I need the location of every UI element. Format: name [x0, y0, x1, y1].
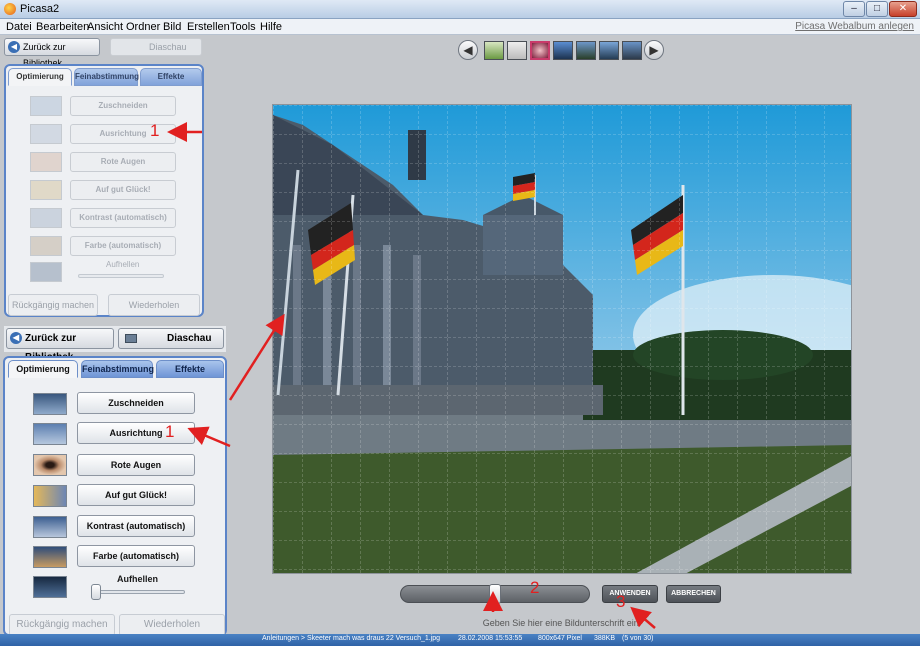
menu-bild[interactable]: Bild — [163, 21, 181, 33]
filmstrip: ◀ ▶ — [458, 40, 666, 62]
picasa-icon — [4, 3, 16, 15]
film-thumb-5[interactable] — [576, 41, 596, 60]
slideshow-icon — [125, 334, 137, 343]
fill-light-slider-knob[interactable] — [91, 584, 101, 600]
fill-light-thumb-icon — [33, 576, 67, 598]
film-thumb-1[interactable] — [484, 41, 504, 60]
menu-datei[interactable]: Datei — [6, 21, 32, 33]
tab-optimierung[interactable]: Optimierung — [8, 68, 72, 86]
film-thumb-3-selected[interactable] — [530, 41, 550, 60]
status-bar: Anleitungen > Skeeter mach was draus 22 … — [0, 634, 920, 646]
apply-button[interactable]: ANWENDEN — [602, 585, 658, 603]
menu-erstellen[interactable]: Erstellen — [187, 21, 230, 33]
title-bar: Picasa2 – □ ✕ — [0, 0, 920, 19]
lucky-thumb-icon — [30, 180, 62, 200]
reichstag-photo — [273, 105, 851, 573]
annotation-number-1: 1 — [165, 422, 175, 441]
contrast-button-zoomed[interactable]: Kontrast (automatisch) — [77, 515, 195, 537]
redeye-button[interactable]: Rote Augen — [70, 152, 176, 172]
caption-input[interactable]: Geben Sie hier eine Bildunterschrift ein… — [272, 618, 852, 628]
redeye-thumb-icon — [30, 152, 62, 172]
color-thumb-icon — [33, 546, 67, 568]
tab-feinabstimmung-zoomed[interactable]: Feinabstimmung — [81, 360, 154, 378]
status-position: (5 von 30) — [622, 635, 654, 642]
library-toolbar-zoomed: ◀ Zurück zur Bibliothek Diaschau — [4, 326, 226, 363]
straighten-button[interactable]: Ausrichtung — [70, 124, 176, 144]
tab-effekte-zoomed[interactable]: Effekte — [156, 360, 224, 378]
annotation-number-2: 2 — [530, 578, 540, 597]
redo-button[interactable]: Wiederholen — [108, 294, 200, 316]
status-size: 388KB — [594, 635, 616, 642]
slideshow-button[interactable]: Diaschau — [110, 38, 202, 56]
film-thumb-4[interactable] — [553, 41, 573, 60]
minimize-button[interactable]: – — [843, 1, 865, 17]
film-thumb-6[interactable] — [599, 41, 619, 60]
straighten-button-zoomed[interactable]: Ausrichtung — [77, 422, 195, 444]
photo-canvas[interactable] — [272, 104, 852, 574]
color-thumb-icon — [30, 236, 62, 256]
annotation-number-1-top: 1 — [150, 121, 160, 140]
color-button[interactable]: Farbe (automatisch) — [70, 236, 176, 256]
lucky-button-zoomed[interactable]: Auf gut Glück! — [77, 484, 195, 506]
slideshow-button-zoomed[interactable]: Diaschau — [118, 328, 224, 349]
menu-tools[interactable]: Tools — [230, 21, 256, 33]
back-to-library-button-zoomed[interactable]: ◀ Zurück zur Bibliothek — [6, 328, 114, 363]
menu-ordner[interactable]: Ordner — [126, 21, 160, 33]
undo-button-zoomed[interactable]: Rückgängig machen — [9, 614, 115, 636]
color-button-zoomed[interactable]: Farbe (automatisch) — [77, 545, 195, 567]
window-title: Picasa2 — [20, 3, 60, 15]
status-date: 28.02.2008 15:53:55 — [458, 635, 523, 642]
arrow-right-icon: ▶ — [649, 43, 659, 57]
crop-button-zoomed[interactable]: Zuschneiden — [77, 392, 195, 414]
tab-effekte[interactable]: Effekte — [140, 68, 202, 86]
tab-feinabstimmung[interactable]: Feinabstimmung — [74, 68, 139, 86]
straighten-slider-knob[interactable] — [489, 584, 501, 604]
contrast-thumb-icon — [33, 516, 67, 538]
next-image-button[interactable]: ▶ — [644, 40, 664, 60]
edit-panel-zoomed: Optimierung Feinabstimmung Effekte Zusch… — [3, 356, 227, 636]
annotation-number-3: 3 — [616, 592, 626, 611]
crop-button[interactable]: Zuschneiden — [70, 96, 176, 116]
library-toolbar-faded: ◀ Zurück zur Bibliothek Diaschau — [4, 38, 204, 68]
crop-thumb-icon — [30, 96, 62, 116]
fill-light-slider[interactable] — [78, 274, 164, 278]
film-thumb-2[interactable] — [507, 41, 527, 60]
back-to-library-button[interactable]: ◀ Zurück zur Bibliothek — [4, 38, 100, 68]
lucky-thumb-icon — [33, 485, 67, 507]
edit-panel-faded: Optimierung Feinabstimmung Effekte Zusch… — [4, 64, 204, 317]
straighten-thumb-icon — [33, 423, 67, 445]
web-album-link[interactable]: Picasa Webalbum anlegen — [795, 21, 914, 32]
menu-hilfe[interactable]: Hilfe — [260, 21, 282, 33]
contrast-thumb-icon — [30, 208, 62, 228]
status-dimensions: 800x647 Pixel — [538, 635, 582, 642]
status-path: Anleitungen > Skeeter mach was draus 22 … — [262, 635, 441, 642]
straighten-thumb-icon — [30, 124, 62, 144]
previous-image-button[interactable]: ◀ — [458, 40, 478, 60]
cancel-button[interactable]: ABBRECHEN — [666, 585, 721, 603]
menu-bearbeiten[interactable]: Bearbeiten — [36, 21, 89, 33]
fill-light-thumb-icon — [30, 262, 62, 282]
redeye-thumb-icon — [33, 454, 67, 476]
fill-light-label-zoomed: Aufhellen — [117, 574, 159, 584]
menu-bar: Datei Bearbeiten Ansicht Ordner Bild Ers… — [0, 19, 920, 35]
arrow-left-icon: ◀ — [463, 43, 473, 57]
contrast-button[interactable]: Kontrast (automatisch) — [70, 208, 176, 228]
film-thumb-7[interactable] — [622, 41, 642, 60]
fill-light-slider-zoomed[interactable] — [91, 590, 185, 594]
maximize-button[interactable]: □ — [866, 1, 888, 17]
close-button[interactable]: ✕ — [889, 1, 917, 17]
lucky-button[interactable]: Auf gut Glück! — [70, 180, 176, 200]
arrow-left-icon: ◀ — [10, 332, 22, 344]
menu-ansicht[interactable]: Ansicht — [87, 21, 123, 33]
undo-button[interactable]: Rückgängig machen — [8, 294, 98, 316]
redo-button-zoomed[interactable]: Wiederholen — [119, 614, 225, 636]
crop-thumb-icon — [33, 393, 67, 415]
redeye-button-zoomed[interactable]: Rote Augen — [77, 454, 195, 476]
arrow-left-icon: ◀ — [8, 41, 20, 53]
fill-light-label: Aufhellen — [106, 260, 140, 269]
tab-optimierung-zoomed[interactable]: Optimierung — [8, 360, 78, 378]
